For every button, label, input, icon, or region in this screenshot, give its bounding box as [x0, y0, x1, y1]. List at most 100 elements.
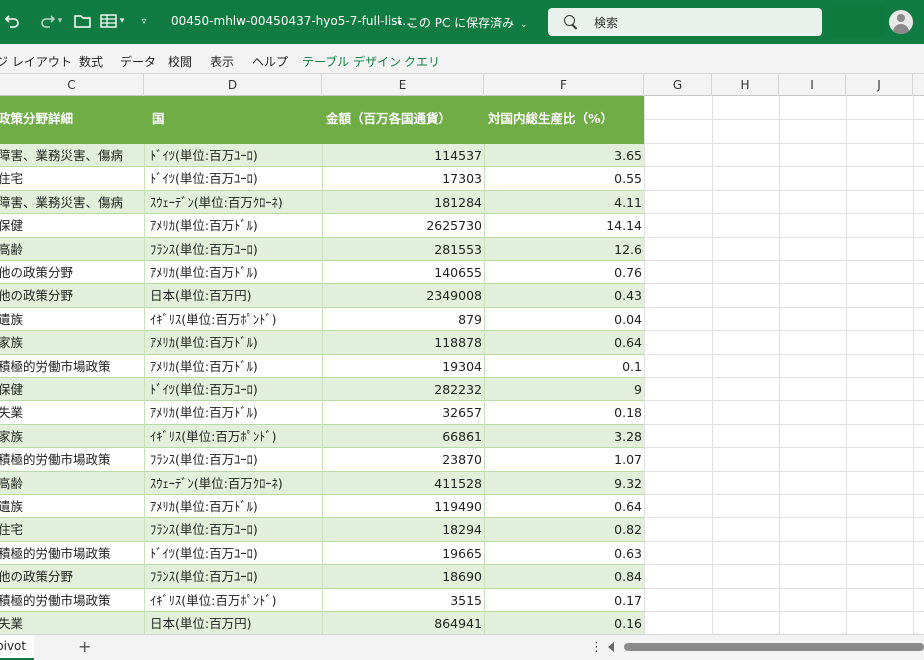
- cell-policy-detail[interactable]: 積極的労働市場政策: [0, 542, 142, 565]
- cell-policy-detail[interactable]: 失業: [0, 612, 142, 634]
- account-area[interactable]: [832, 6, 884, 38]
- cell-policy-detail[interactable]: 住宅: [0, 518, 142, 541]
- cell-country[interactable]: ﾌﾗﾝｽ(単位:百万ﾕｰﾛ): [150, 518, 320, 541]
- cell-country[interactable]: ｱﾒﾘｶ(単位:百万ﾄﾞﾙ): [150, 261, 320, 284]
- cell-gdp-ratio[interactable]: 0.04: [484, 308, 642, 331]
- sheet-tab-pivot[interactable]: pivot: [0, 635, 35, 660]
- cell-gdp-ratio[interactable]: 9.32: [484, 472, 642, 495]
- column-header-d[interactable]: D: [144, 74, 322, 96]
- tab-data[interactable]: データ: [120, 53, 156, 70]
- cell-policy-detail[interactable]: 障害、業務災害、傷病: [0, 191, 142, 214]
- cell-policy-detail[interactable]: 高齢: [0, 472, 142, 495]
- tab-table-design[interactable]: テーブル デザイン: [302, 53, 401, 70]
- cell-country[interactable]: ｲｷﾞﾘｽ(単位:百万ﾎﾟﾝﾄﾞ): [150, 425, 320, 448]
- cell-country[interactable]: ｲｷﾞﾘｽ(単位:百万ﾎﾟﾝﾄﾞ): [150, 308, 320, 331]
- cell-gdp-ratio[interactable]: 3.28: [484, 425, 642, 448]
- cell-amount[interactable]: 2625730: [322, 214, 482, 237]
- cell-amount[interactable]: 281553: [322, 238, 482, 261]
- cell-amount[interactable]: 118878: [322, 331, 482, 354]
- cell-amount[interactable]: 411528: [322, 472, 482, 495]
- cell-policy-detail[interactable]: 家族: [0, 425, 142, 448]
- cell-gdp-ratio[interactable]: 0.43: [484, 284, 642, 307]
- add-sheet-button[interactable]: +: [78, 637, 91, 656]
- cell-amount[interactable]: 18690: [322, 565, 482, 588]
- cell-policy-detail[interactable]: 失業: [0, 401, 142, 424]
- cell-amount[interactable]: 32657: [322, 401, 482, 424]
- cell-policy-detail[interactable]: 保健: [0, 214, 142, 237]
- cell-country[interactable]: ｱﾒﾘｶ(単位:百万ﾄﾞﾙ): [150, 355, 320, 378]
- cell-country[interactable]: ｲｷﾞﾘｽ(単位:百万ﾎﾟﾝﾄﾞ): [150, 589, 320, 612]
- cell-amount[interactable]: 18294: [322, 518, 482, 541]
- cell-country[interactable]: ｱﾒﾘｶ(単位:百万ﾄﾞﾙ): [150, 331, 320, 354]
- cell-policy-detail[interactable]: 住宅: [0, 167, 142, 190]
- cell-amount[interactable]: 140655: [322, 261, 482, 284]
- document-title[interactable]: 00450-mhlw-00450437-hyo5-7-full-list…: [171, 14, 414, 28]
- cell-gdp-ratio[interactable]: 0.82: [484, 518, 642, 541]
- cell-gdp-ratio[interactable]: 0.84: [484, 565, 642, 588]
- cell-gdp-ratio[interactable]: 0.64: [484, 331, 642, 354]
- search-box[interactable]: 検索: [548, 8, 822, 36]
- cell-country[interactable]: ｱﾒﾘｶ(単位:百万ﾄﾞﾙ): [150, 401, 320, 424]
- tab-view[interactable]: 表示: [210, 53, 234, 70]
- cell-amount[interactable]: 114537: [322, 144, 482, 167]
- cell-amount[interactable]: 864941: [322, 612, 482, 634]
- table-header-amount[interactable]: 金額（百万各国通貨）: [326, 96, 451, 144]
- cell-gdp-ratio[interactable]: 0.17: [484, 589, 642, 612]
- cell-policy-detail[interactable]: 遺族: [0, 308, 142, 331]
- table-header-country[interactable]: 国: [152, 96, 165, 144]
- cell-country[interactable]: ﾌﾗﾝｽ(単位:百万ﾕｰﾛ): [150, 448, 320, 471]
- cell-gdp-ratio[interactable]: 0.63: [484, 542, 642, 565]
- cell-policy-detail[interactable]: 積極的労働市場政策: [0, 355, 142, 378]
- cell-amount[interactable]: 3515: [322, 589, 482, 612]
- table-header-policy-detail[interactable]: 政策分野詳細: [0, 96, 73, 144]
- column-header-c[interactable]: C: [0, 74, 144, 96]
- cell-amount[interactable]: 879: [322, 308, 482, 331]
- cell-country[interactable]: ｱﾒﾘｶ(単位:百万ﾄﾞﾙ): [150, 495, 320, 518]
- cell-policy-detail[interactable]: 他の政策分野: [0, 261, 142, 284]
- cell-amount[interactable]: 181284: [322, 191, 482, 214]
- cell-gdp-ratio[interactable]: 0.18: [484, 401, 642, 424]
- cell-gdp-ratio[interactable]: 9: [484, 378, 642, 401]
- cell-country[interactable]: ﾄﾞｲﾂ(単位:百万ﾕｰﾛ): [150, 378, 320, 401]
- cell-gdp-ratio[interactable]: 0.16: [484, 612, 642, 634]
- cell-policy-detail[interactable]: 積極的労働市場政策: [0, 589, 142, 612]
- column-header-i[interactable]: I: [779, 74, 846, 96]
- cell-amount[interactable]: 19665: [322, 542, 482, 565]
- tab-query[interactable]: クエリ: [404, 53, 440, 70]
- redo-icon[interactable]: ▾: [36, 10, 66, 32]
- cell-policy-detail[interactable]: 家族: [0, 331, 142, 354]
- tab-formulas[interactable]: 数式: [79, 53, 103, 70]
- cell-gdp-ratio[interactable]: 0.64: [484, 495, 642, 518]
- cell-amount[interactable]: 66861: [322, 425, 482, 448]
- tab-page-layout[interactable]: ジ レイアウト: [0, 53, 72, 70]
- avatar-icon[interactable]: [889, 10, 913, 34]
- scroll-left-icon[interactable]: [608, 642, 614, 652]
- cell-policy-detail[interactable]: 積極的労働市場政策: [0, 448, 142, 471]
- column-header-h[interactable]: H: [712, 74, 779, 96]
- tab-review[interactable]: 校閲: [168, 53, 192, 70]
- cell-gdp-ratio[interactable]: 12.6: [484, 238, 642, 261]
- cell-country[interactable]: ﾌﾗﾝｽ(単位:百万ﾕｰﾛ): [150, 238, 320, 261]
- cell-gdp-ratio[interactable]: 1.07: [484, 448, 642, 471]
- cell-gdp-ratio[interactable]: 0.1: [484, 355, 642, 378]
- cell-country[interactable]: ﾄﾞｲﾂ(単位:百万ﾕｰﾛ): [150, 542, 320, 565]
- column-header-g[interactable]: G: [644, 74, 712, 96]
- cell-amount[interactable]: 17303: [322, 167, 482, 190]
- column-header-j[interactable]: J: [846, 74, 913, 96]
- column-header-e[interactable]: E: [322, 74, 484, 96]
- cell-country[interactable]: ﾌﾗﾝｽ(単位:百万ﾕｰﾛ): [150, 565, 320, 588]
- cell-gdp-ratio[interactable]: 0.76: [484, 261, 642, 284]
- cell-country[interactable]: ﾄﾞｲﾂ(単位:百万ﾕｰﾛ): [150, 167, 320, 190]
- cell-policy-detail[interactable]: 遺族: [0, 495, 142, 518]
- cell-policy-detail[interactable]: 障害、業務災害、傷病: [0, 144, 142, 167]
- cell-amount[interactable]: 23870: [322, 448, 482, 471]
- more-options-icon[interactable]: ⋮: [590, 640, 603, 655]
- cell-country[interactable]: ﾄﾞｲﾂ(単位:百万ﾕｰﾛ): [150, 144, 320, 167]
- cell-amount[interactable]: 2349008: [322, 284, 482, 307]
- horizontal-scrollbar[interactable]: [624, 643, 924, 651]
- cell-gdp-ratio[interactable]: 3.65: [484, 144, 642, 167]
- cell-country[interactable]: ｽｳｪｰﾃﾞﾝ(単位:百万ｸﾛｰﾈ): [150, 191, 320, 214]
- save-status[interactable]: • この PC に保存済み ⌄: [396, 14, 528, 31]
- column-header-f[interactable]: F: [484, 74, 644, 96]
- customize-toolbar-icon[interactable]: ▿: [136, 10, 152, 32]
